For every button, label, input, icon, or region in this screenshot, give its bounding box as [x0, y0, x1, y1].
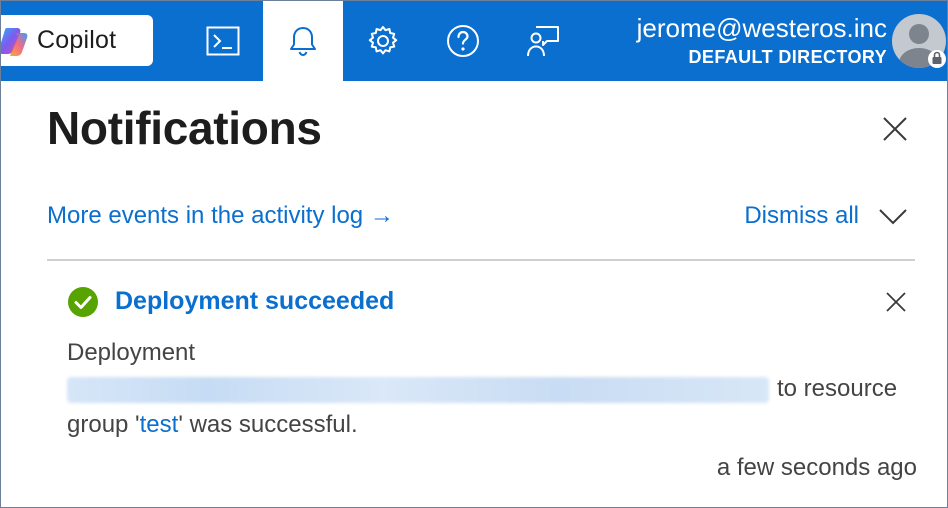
message-suffix: ' was successful.	[178, 411, 358, 438]
cloud-shell-button[interactable]	[183, 1, 263, 81]
message-prefix: Deployment	[67, 339, 196, 366]
close-panel-button[interactable]	[875, 109, 915, 149]
notification-item[interactable]: Deployment succeeded Deployment to resou…	[47, 271, 917, 501]
panel-title: Notifications	[47, 102, 322, 154]
feedback-button[interactable]	[503, 1, 583, 81]
resource-group-link[interactable]: test	[140, 411, 179, 438]
account-info[interactable]: jerome@westeros.inc DEFAULT DIRECTORY	[637, 11, 887, 69]
bell-icon	[290, 27, 316, 57]
close-icon	[886, 292, 906, 312]
gear-icon	[368, 26, 398, 55]
help-icon	[447, 25, 479, 57]
notification-message: Deployment to resource group 'test' was …	[67, 335, 917, 443]
help-button[interactable]	[423, 1, 503, 81]
settings-button[interactable]	[343, 1, 423, 81]
divider	[47, 259, 915, 261]
notifications-button[interactable]	[263, 1, 343, 81]
feedback-icon	[527, 26, 559, 57]
account-email: jerome@westeros.inc	[636, 13, 887, 43]
avatar-icon[interactable]	[891, 13, 947, 69]
copilot-logo-icon	[1, 27, 28, 56]
cloud-shell-icon	[206, 26, 240, 56]
success-check-icon	[68, 287, 98, 317]
notification-title[interactable]: Deployment succeeded	[115, 283, 394, 319]
notifications-window: Copilot jerome@westeros.inc DEFAULT DIRE…	[0, 0, 948, 508]
dismiss-options-button[interactable]	[873, 197, 913, 237]
dismiss-notification-button[interactable]	[879, 285, 913, 319]
activity-log-link[interactable]: More events in the activity log →	[47, 199, 394, 233]
close-icon	[883, 117, 907, 141]
copilot-button[interactable]: Copilot	[1, 15, 153, 66]
redacted-deployment-name[interactable]	[67, 376, 769, 403]
notification-timestamp: a few seconds ago	[716, 454, 917, 481]
account-directory: DEFAULT DIRECTORY	[688, 47, 887, 67]
top-bar: Copilot jerome@westeros.inc DEFAULT DIRE…	[1, 1, 947, 81]
dismiss-all-button[interactable]: Dismiss all	[744, 199, 859, 233]
copilot-label: Copilot	[37, 26, 117, 54]
chevron-down-icon	[879, 209, 907, 225]
